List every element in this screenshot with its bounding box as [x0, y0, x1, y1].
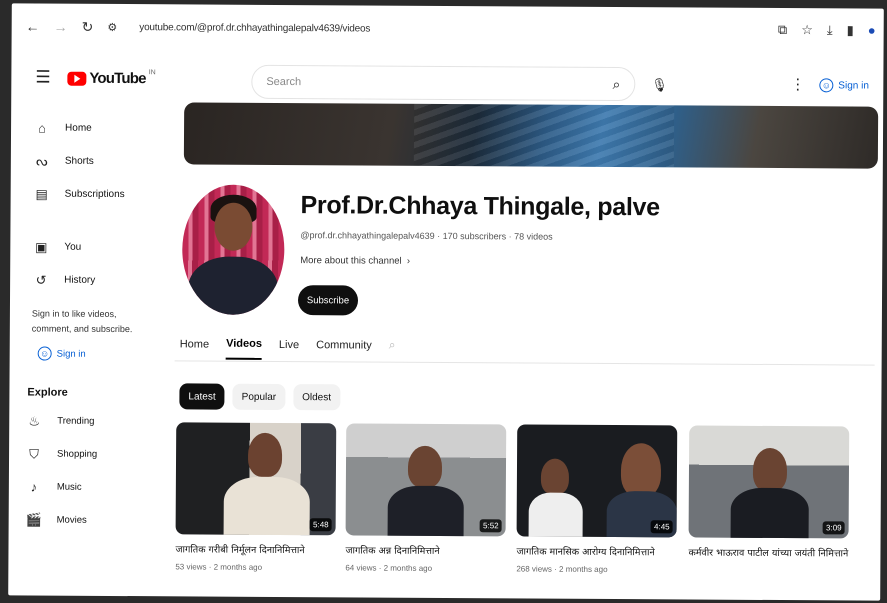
music-icon: ♪ [30, 479, 38, 495]
search-box[interactable]: Search ⌕ [251, 64, 636, 102]
video-title[interactable]: जागतिक अन्न दिनानिमित्ताने [345, 544, 505, 558]
video-meta: 268 views · 2 months ago [516, 564, 608, 574]
download-icon[interactable]: ⤓ [827, 22, 833, 38]
video-thumbnail[interactable]: 5:48 [175, 422, 337, 536]
browser-window: ← → ↻ ⚙ youtube.com/@prof.dr.chhayathing… [8, 3, 884, 601]
video-duration: 3:09 [823, 521, 845, 535]
video-thumbnail[interactable]: 5:52 [345, 423, 507, 537]
account-icon: ☺ [819, 78, 834, 93]
sidebar-item-movies[interactable]: 🎬 Movies [9, 503, 174, 537]
you-icon: ▣ [35, 238, 48, 255]
shorts-icon: ᔓ [36, 152, 48, 169]
history-icon: ↺ [35, 271, 47, 288]
subscriptions-icon: ▤ [35, 185, 48, 202]
bookmark-star-icon[interactable]: ☆ [801, 22, 813, 38]
sidebar-item-you[interactable]: ▣ You [10, 230, 175, 264]
sidebar-sign-in-button[interactable]: ☺ Sign in [37, 346, 175, 362]
sidebar-item-shorts[interactable]: ᔓ Shorts [11, 144, 176, 178]
explore-heading: Explore [27, 386, 68, 399]
chip-popular[interactable]: Popular [232, 383, 286, 411]
browser-toolbar: ← → ↻ ⚙ youtube.com/@prof.dr.chhayathing… [12, 3, 884, 54]
video-thumbnail[interactable]: 3:09 [688, 425, 850, 539]
video-duration: 4:45 [651, 520, 673, 534]
channel-tabs: Home Videos Live Community ⌕ [180, 336, 396, 360]
address-bar[interactable]: youtube.com/@prof.dr.chhayathingalepalv4… [139, 22, 370, 34]
reload-icon[interactable]: ↻ [82, 18, 94, 35]
sidebar-item-label: Shorts [64, 155, 94, 167]
sidebar-item-label: History [64, 274, 96, 286]
subscribe-button[interactable]: Subscribe [297, 285, 359, 316]
masthead: ☰ YouTube IN Search ⌕ 🎙 ⋮ ☺ Sign in [11, 55, 883, 110]
sidebar-item-home[interactable]: ⌂ Home [11, 111, 176, 145]
video-title[interactable]: कर्मवीर भाऊराव पाटील यांच्या जयंती निमित… [688, 546, 848, 560]
back-icon[interactable]: ← [26, 18, 40, 34]
shopping-icon: ⛉ [29, 445, 39, 462]
more-about-label: More about this channel [300, 255, 402, 267]
trending-icon: ♨ [28, 412, 41, 429]
sidebar-item-label: Home [65, 122, 92, 134]
sidebar-item-label: Trending [57, 415, 95, 427]
sidebar-item-label: Shopping [57, 448, 98, 460]
video-meta: 64 views · 2 months ago [345, 563, 433, 573]
sidebar: ⌂ Home ᔓ Shorts ▤ Subscriptions ▣ You ↺ … [9, 111, 177, 537]
sidebar-item-subscriptions[interactable]: ▤ Subscriptions [11, 177, 176, 211]
hamburger-menu-icon[interactable]: ☰ [35, 67, 50, 87]
site-settings-icon[interactable]: ⚙ [107, 20, 117, 33]
channel-name: Prof.Dr.Chhaya Thingale, palve [300, 191, 660, 222]
sort-chips: Latest Popular Oldest [179, 383, 341, 411]
microphone-icon[interactable]: 🎙 [651, 77, 668, 93]
account-icon: ☺ [37, 346, 52, 361]
sign-in-button[interactable]: ☺ Sign in [819, 78, 869, 93]
sign-in-prompt: Sign in to like videos, comment, and sub… [31, 308, 133, 335]
sidebar-item-label: Subscriptions [64, 188, 125, 201]
sidebar-item-shopping[interactable]: ⛉ Shopping [9, 437, 174, 471]
browser-actions: ⧉ ☆ ⤓ ▮ ● [778, 22, 876, 39]
video-title[interactable]: जागतिक मानसिक आरोग्य दिनानिमित्ताने [516, 545, 676, 559]
channel-search-icon[interactable]: ⌕ [389, 338, 396, 361]
side-panel-icon[interactable]: ▮ [847, 22, 854, 38]
logo-text: YouTube [89, 69, 146, 88]
home-icon: ⌂ [38, 120, 47, 136]
video-card[interactable]: 4:45 जागतिक मानसिक आरोग्य दिनानिमित्ताने… [516, 424, 678, 574]
forward-icon[interactable]: → [54, 19, 68, 35]
movies-icon: 🎬 [25, 511, 42, 528]
channel-meta: @prof.dr.chhayathingalepalv4639 · 170 su… [300, 230, 553, 242]
youtube-logo[interactable]: YouTube IN [67, 69, 156, 88]
logo-country-code: IN [148, 69, 156, 77]
chip-oldest[interactable]: Oldest [293, 384, 341, 411]
more-about-link[interactable]: More about this channel › [300, 255, 410, 267]
video-duration: 5:52 [480, 519, 502, 533]
tab-videos[interactable]: Videos [225, 337, 262, 360]
tabs-divider [174, 360, 875, 366]
sidebar-item-label: Movies [56, 514, 87, 526]
tab-home[interactable]: Home [180, 338, 209, 358]
profile-icon[interactable]: ● [868, 23, 876, 39]
youtube-play-icon [67, 71, 87, 86]
chevron-right-icon: › [404, 255, 411, 267]
sidebar-sign-in-label: Sign in [56, 348, 86, 360]
tab-community[interactable]: Community [316, 339, 372, 359]
sidebar-item-label: You [64, 241, 82, 253]
video-meta [688, 565, 848, 566]
more-options-icon[interactable]: ⋮ [790, 75, 805, 93]
sign-in-label: Sign in [838, 79, 869, 92]
video-card[interactable]: 5:52 जागतिक अन्न दिनानिमित्ताने 64 views… [345, 423, 507, 573]
video-card[interactable]: 3:09 कर्मवीर भाऊराव पाटील यांच्या जयंती … [688, 425, 850, 566]
sidebar-item-music[interactable]: ♪ Music [9, 470, 174, 504]
video-card[interactable]: 5:48 जागतिक गरीबी निर्मूलन दिनानिमित्तान… [175, 422, 337, 572]
channel-banner [183, 102, 879, 169]
channel-avatar [181, 184, 285, 316]
sidebar-item-history[interactable]: ↺ History [10, 263, 175, 297]
video-thumbnail[interactable]: 4:45 [516, 424, 678, 538]
tab-live[interactable]: Live [279, 338, 299, 358]
video-title[interactable]: जागतिक गरीबी निर्मूलन दिनानिमित्ताने [175, 543, 335, 557]
search-input[interactable]: Search [266, 76, 612, 90]
sidebar-item-trending[interactable]: ♨ Trending [9, 404, 174, 438]
install-icon[interactable]: ⧉ [778, 22, 787, 38]
search-icon[interactable]: ⌕ [612, 76, 620, 93]
chip-latest[interactable]: Latest [179, 383, 225, 410]
video-meta: 53 views · 2 months ago [175, 562, 263, 572]
video-duration: 5:48 [310, 518, 332, 532]
sidebar-item-label: Music [56, 481, 82, 493]
